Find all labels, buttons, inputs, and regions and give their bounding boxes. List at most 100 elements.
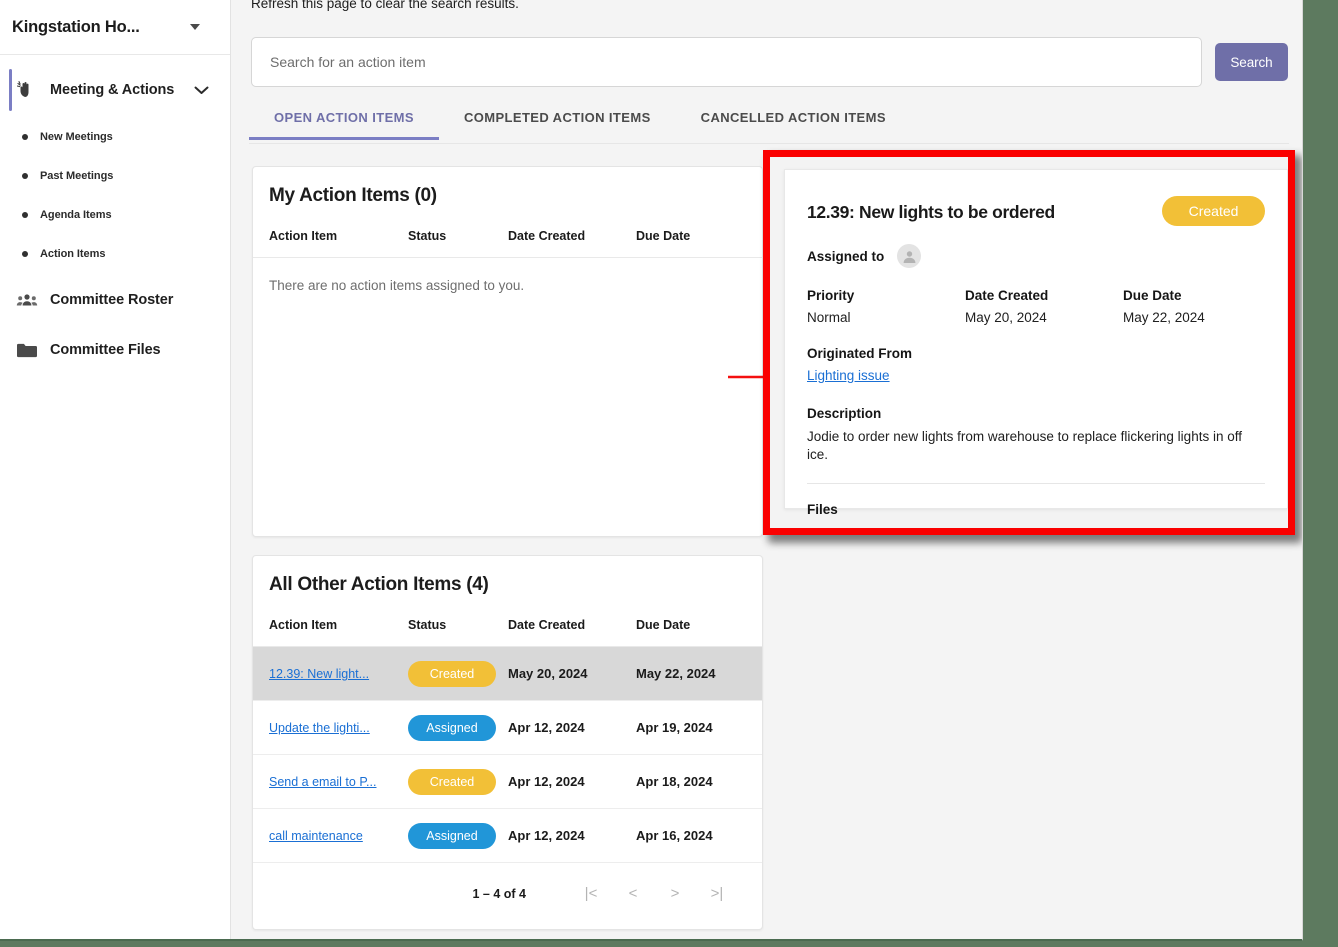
prev-page-icon[interactable]: < [612, 885, 654, 902]
status-badge: Assigned [408, 714, 496, 741]
search-input[interactable] [251, 37, 1202, 87]
action-item-detail-panel: 12.39: New lights to be ordered Created … [763, 150, 1302, 543]
due-date-cell: May 22, 2024 [636, 646, 762, 701]
status-badge: Created [408, 660, 496, 687]
my-action-items-table: Action Item Status Date Created Due Date [253, 207, 762, 258]
person-avatar-icon[interactable] [897, 244, 922, 268]
date-created-cell: May 20, 2024 [508, 646, 636, 701]
all-other-action-items-card: All Other Action Items (4) Action Item S… [252, 555, 763, 930]
sidebar-item-agenda-items[interactable]: Agenda Items [0, 195, 230, 234]
red-highlight-box: 12.39: New lights to be ordered Created … [763, 150, 1295, 535]
date-created-cell: Apr 12, 2024 [508, 754, 636, 809]
sidebar-subitem-label: Action Items [40, 247, 106, 260]
org-title: Kingstation Ho... [12, 17, 140, 36]
sidebar-item-committee-files[interactable]: Committee Files [0, 327, 230, 373]
detail-divider [807, 483, 1265, 484]
last-page-icon[interactable]: >| [696, 885, 738, 902]
action-item-link[interactable]: 12.39: New light... [269, 667, 369, 681]
due-date-cell: Apr 19, 2024 [636, 700, 762, 755]
action-item-link[interactable]: Send a email to P... [269, 775, 376, 789]
detail-header: 12.39: New lights to be ordered Created [807, 196, 1265, 226]
priority-label: Priority [807, 288, 855, 303]
my-action-items-card: My Action Items (0) Action Item Status D… [252, 166, 763, 537]
due-date-cell: Apr 16, 2024 [636, 808, 762, 863]
column-header-due-date: Due Date [636, 207, 762, 258]
empty-state-message: There are no action items assigned to yo… [269, 278, 525, 293]
tab-cancelled-action-items[interactable]: CANCELLED ACTION ITEMS [676, 108, 911, 137]
detail-status-badge: Created [1162, 196, 1265, 226]
files-label: Files [807, 502, 838, 517]
bullet-icon [22, 250, 28, 257]
column-header-action-item: Action Item [253, 207, 408, 258]
all-other-action-items-table: Action Item Status Date Created Due Date… [253, 596, 762, 863]
description-value: Jodie to order new lights from warehouse… [807, 429, 1242, 462]
search-button[interactable]: Search [1215, 43, 1288, 81]
pagination: 1 – 4 of 4 |< < > >| [253, 863, 762, 902]
caret-down-icon[interactable] [190, 24, 200, 30]
sidebar-item-label: Committee Roster [50, 292, 174, 308]
app-window: Kingstation Ho... Meeting & Actions New … [0, 0, 1303, 941]
sidebar-item-new-meetings[interactable]: New Meetings [0, 117, 230, 156]
pagination-range: 1 – 4 of 4 [472, 886, 527, 901]
folder-icon [14, 339, 40, 361]
column-header-due-date: Due Date [636, 596, 762, 647]
sidebar-item-action-items[interactable]: Action Items [0, 234, 230, 273]
assigned-to-label: Assigned to [807, 248, 885, 264]
detail-card: 12.39: New lights to be ordered Created … [784, 169, 1288, 517]
sidebar-item-meeting-and-actions[interactable]: Meeting & Actions [0, 67, 230, 113]
sidebar-subitem-label: New Meetings [40, 130, 113, 143]
priority-value: Normal [807, 310, 851, 325]
table-header-row: Action Item Status Date Created Due Date [253, 596, 762, 647]
column-header-action-item: Action Item [253, 596, 408, 647]
description-label: Description [807, 406, 882, 421]
next-page-icon[interactable]: > [654, 885, 696, 902]
due-date-label: Due Date [1123, 288, 1182, 303]
org-switcher[interactable]: Kingstation Ho... [0, 0, 230, 55]
search-bar: Search [251, 37, 1291, 87]
table-header-row: Action Item Status Date Created Due Date [253, 207, 762, 258]
tab-open-action-items[interactable]: OPEN ACTION ITEMS [249, 108, 439, 140]
action-item-link[interactable]: call maintenance [269, 829, 363, 843]
bullet-icon [22, 172, 28, 179]
detail-meta-grid: Priority Date Created Due Date Normal Ma… [807, 288, 1265, 325]
date-created-cell: Apr 12, 2024 [508, 808, 636, 863]
date-created-cell: Apr 12, 2024 [508, 700, 636, 755]
detail-title: 12.39: New lights to be ordered [807, 202, 1055, 222]
status-badge: Assigned [408, 822, 496, 849]
sidebar-item-committee-roster[interactable]: Committee Roster [0, 277, 230, 323]
assigned-to-row: Assigned to [807, 244, 1265, 268]
action-item-tabs: OPEN ACTION ITEMS COMPLETED ACTION ITEMS… [249, 108, 1289, 144]
people-group-icon [14, 289, 40, 311]
table-row[interactable]: 12.39: New light... Created May 20, 2024… [253, 646, 762, 701]
date-created-label: Date Created [965, 288, 1049, 303]
table-row[interactable]: Send a email to P... Created Apr 12, 202… [253, 754, 762, 809]
sidebar-subitem-label: Agenda Items [40, 208, 112, 221]
bullet-icon [22, 211, 28, 218]
originated-from-label: Originated From [807, 346, 913, 361]
column-header-date-created: Date Created [508, 207, 636, 258]
column-header-status: Status [408, 207, 508, 258]
sidebar-item-past-meetings[interactable]: Past Meetings [0, 156, 230, 195]
due-date-cell: Apr 18, 2024 [636, 754, 762, 809]
chevron-down-icon[interactable] [192, 81, 210, 99]
status-badge: Created [408, 768, 496, 795]
originated-from-link[interactable]: Lighting issue [807, 368, 890, 383]
sidebar-subnav: New Meetings Past Meetings Agenda Items … [0, 117, 230, 273]
action-item-link[interactable]: Update the lighti... [269, 721, 370, 735]
table-row[interactable]: Update the lighti... Assigned Apr 12, 20… [253, 700, 762, 755]
sidebar: Kingstation Ho... Meeting & Actions New … [0, 0, 231, 939]
table-row[interactable]: call maintenance Assigned Apr 12, 2024 A… [253, 808, 762, 863]
refresh-notice: Refresh this page to clear the search re… [251, 0, 519, 11]
card-title: My Action Items (0) [269, 185, 437, 206]
first-page-icon[interactable]: |< [570, 885, 612, 902]
sidebar-subitem-label: Past Meetings [40, 169, 114, 182]
tab-completed-action-items[interactable]: COMPLETED ACTION ITEMS [439, 108, 676, 137]
sidebar-item-label: Committee Files [50, 342, 161, 358]
due-date-value: May 22, 2024 [1123, 310, 1205, 325]
column-header-date-created: Date Created [508, 596, 636, 647]
column-header-status: Status [408, 596, 508, 647]
card-title: All Other Action Items (4) [269, 574, 489, 595]
hand-gesture-icon [14, 79, 40, 101]
date-created-value: May 20, 2024 [965, 310, 1047, 325]
sidebar-item-label: Meeting & Actions [50, 82, 175, 98]
